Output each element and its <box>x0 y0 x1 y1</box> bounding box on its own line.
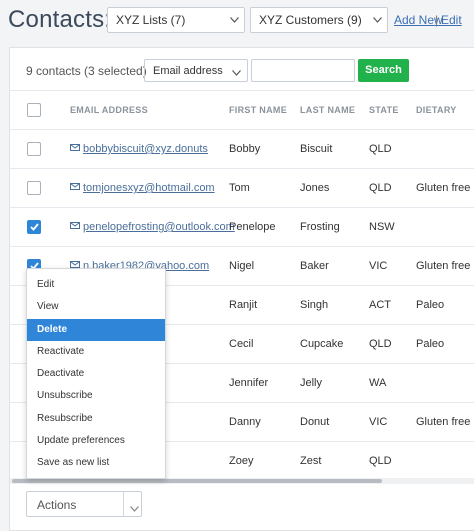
menu-item-view[interactable]: View <box>27 296 165 318</box>
first-cell: Bobby <box>229 143 261 155</box>
last-cell: Donut <box>300 416 330 428</box>
table-row[interactable]: penelopefrosting@outlook.com Penelope Fros… <box>10 207 474 246</box>
page-title: Contacts: <box>8 6 112 33</box>
row-checkbox[interactable] <box>27 220 41 234</box>
email-cell: tomjonesxyz@hotmail.com <box>70 169 215 208</box>
last-cell: Jones <box>300 182 330 194</box>
column-header-first-name[interactable]: FIRST NAME <box>229 91 287 130</box>
state-cell: WA <box>369 377 387 389</box>
dietary-cell: Gluten free <box>416 260 471 272</box>
state-cell: QLD <box>369 338 392 350</box>
select-all-checkbox[interactable] <box>27 103 41 117</box>
mail-icon <box>70 207 80 229</box>
list-select[interactable]: XYZ Lists (7) <box>107 7 245 33</box>
edit-link[interactable]: Edit <box>441 13 462 27</box>
column-header-state[interactable]: STATE <box>369 91 399 130</box>
first-cell: Danny <box>229 416 261 428</box>
mail-icon <box>70 129 80 151</box>
menu-item-edit[interactable]: Edit <box>27 274 165 296</box>
page-header: Contacts: XYZ Lists (7) XYZ Customers (9… <box>0 0 474 42</box>
menu-item-unsubscribe[interactable]: Unsubscribe <box>27 385 165 407</box>
table-row[interactable]: tomjonesxyz@hotmail.com Tom Jones QLD Gluten… <box>10 168 474 207</box>
last-cell: Biscuit <box>300 143 333 155</box>
mail-icon <box>70 168 80 190</box>
email-cell: bobbybiscuit@xyz.donuts <box>70 130 208 169</box>
state-cell: QLD <box>369 143 392 155</box>
state-cell: NSW <box>369 221 395 233</box>
chevron-down-icon <box>373 17 382 25</box>
menu-item-delete[interactable]: Delete <box>27 318 165 341</box>
column-header-dietary[interactable]: DIETARY <box>416 91 457 130</box>
actions-select[interactable]: Actions <box>26 491 142 517</box>
scrollbar-thumb[interactable] <box>12 479 382 483</box>
last-cell: Frosting <box>300 221 340 233</box>
first-cell: Ranjit <box>229 299 258 311</box>
menu-item-deactivate[interactable]: Deactivate <box>27 363 165 385</box>
first-cell: Zoey <box>229 455 254 467</box>
toolbar: 9 contacts (3 selected) Email address Se… <box>10 48 474 90</box>
dietary-cell: Gluten free <box>416 182 471 194</box>
state-cell: QLD <box>369 182 392 194</box>
column-header-last-name[interactable]: LAST NAME <box>300 91 355 130</box>
dietary-cell: Gluten free <box>416 416 471 428</box>
state-cell: VIC <box>369 416 388 428</box>
menu-item-reactivate[interactable]: Reactivate <box>27 341 165 363</box>
first-cell: Tom <box>229 182 250 194</box>
first-cell: Jennifer <box>229 377 269 389</box>
last-cell: Baker <box>300 260 329 272</box>
menu-item-save-as-new-list[interactable]: Save as new list <box>27 452 165 474</box>
email-link[interactable]: tomjonesxyz@hotmail.com <box>83 182 215 194</box>
last-cell: Cupcake <box>300 338 344 350</box>
first-cell: Nigel <box>229 260 255 272</box>
search-button[interactable]: Search <box>358 59 409 82</box>
row-checkbox[interactable] <box>27 181 41 195</box>
column-header-email[interactable]: EMAIL ADDRESS <box>70 91 148 130</box>
actions-select-value: Actions <box>37 498 77 512</box>
state-cell: QLD <box>369 455 392 467</box>
dietary-cell: Paleo <box>416 299 445 311</box>
dietary-cell: Paleo <box>416 338 445 350</box>
contacts-count: 9 contacts (3 selected) <box>26 64 147 78</box>
last-cell: Singh <box>300 299 329 311</box>
customers-select[interactable]: XYZ Customers (9) <box>250 7 388 33</box>
select-divider <box>123 492 124 516</box>
menu-item-update-preferences[interactable]: Update preferences <box>27 430 165 452</box>
email-link[interactable]: penelopefrosting@outlook.com <box>83 221 235 233</box>
table-header-row: EMAIL ADDRESS FIRST NAME LAST NAME STATE… <box>10 90 474 129</box>
chevron-down-icon <box>130 501 139 515</box>
search-input[interactable] <box>251 59 355 82</box>
chevron-down-icon <box>230 17 239 25</box>
state-cell: ACT <box>369 299 391 311</box>
email-link[interactable]: bobbybiscuit@xyz.donuts <box>83 143 208 155</box>
search-field-value: Email address <box>153 65 223 77</box>
last-cell: Zest <box>300 455 322 467</box>
menu-item-resubscribe[interactable]: Resubscribe <box>27 408 165 430</box>
state-cell: VIC <box>369 260 388 272</box>
first-cell: Penelope <box>229 221 276 233</box>
row-checkbox[interactable] <box>27 142 41 156</box>
table-row[interactable]: bobbybiscuit@xyz.donuts Bobby Biscuit QLD <box>10 129 474 168</box>
email-cell: penelopefrosting@outlook.com <box>70 208 235 247</box>
search-field-select[interactable]: Email address <box>144 59 248 82</box>
mail-icon <box>70 246 80 268</box>
actions-dropdown-menu: Edit View Delete Reactivate Deactivate Unsubs… <box>26 268 166 479</box>
header-separator: | <box>435 13 439 27</box>
last-cell: Jelly <box>300 377 323 389</box>
first-cell: Cecil <box>229 338 254 350</box>
chevron-down-icon <box>232 67 241 79</box>
customers-select-value: XYZ Customers (9) <box>259 13 362 27</box>
list-select-value: XYZ Lists (7) <box>116 13 186 27</box>
